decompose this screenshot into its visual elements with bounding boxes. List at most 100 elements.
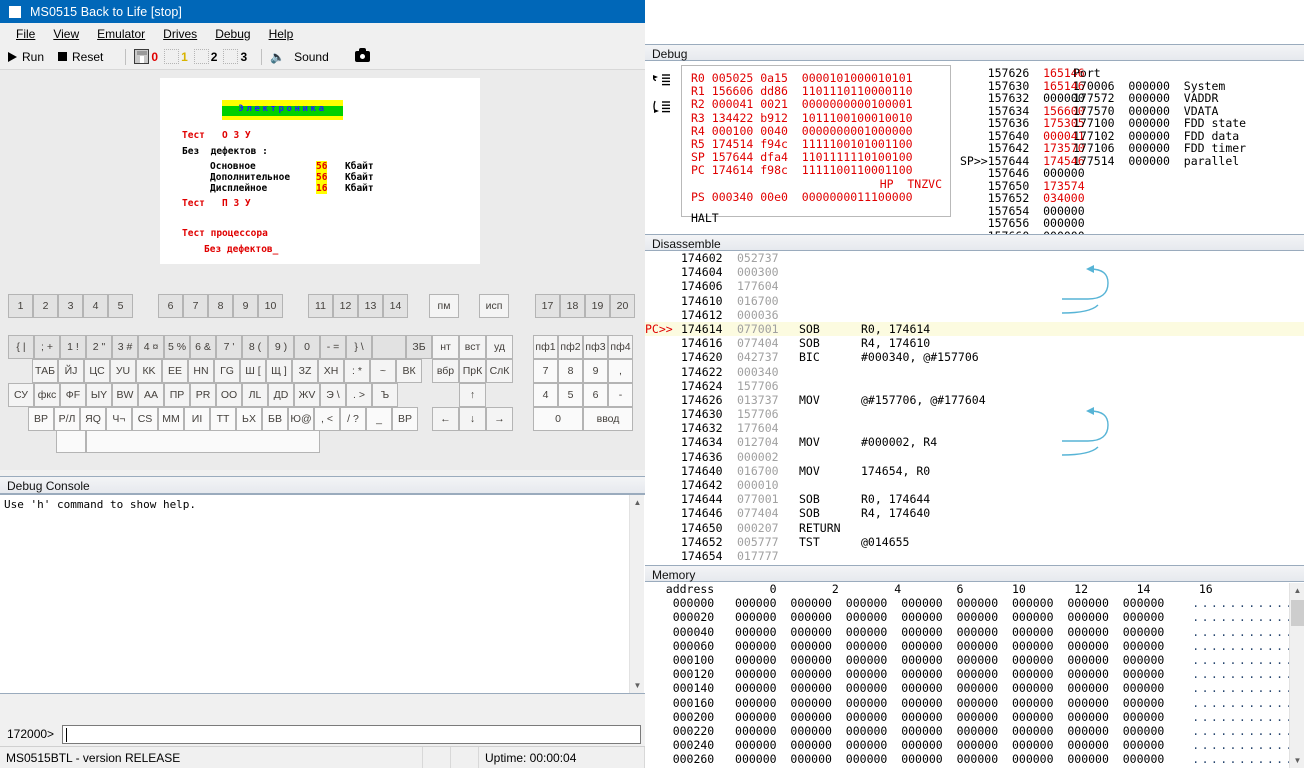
key-r4-2[interactable]: ЯQ (80, 407, 106, 431)
memory-row-000000[interactable]: 000000 000000 000000 000000 000000 00000… (645, 596, 1304, 610)
key-r2-14[interactable]: ВК (396, 359, 422, 383)
key-prk[interactable]: ПрК (459, 359, 486, 383)
disassemble-row-174614[interactable]: PC>> 174614 077001 SOB R0, 174614 (645, 321, 1304, 337)
key-r2-1[interactable]: ЙJ (58, 359, 84, 383)
memory-row-000040[interactable]: 000040 000000 000000 000000 000000 00000… (645, 625, 1304, 639)
key-r3-1[interactable]: фкс (34, 383, 60, 407)
key-np-5[interactable]: 5 (558, 383, 583, 407)
disassemble-row-174650[interactable]: 174650 000207 RETURN (645, 521, 1304, 535)
key-r2-5[interactable]: ЕE (162, 359, 188, 383)
key-r4-6[interactable]: ИI (184, 407, 210, 431)
memory-row-000260[interactable]: 000260 000000 000000 000000 000000 00000… (645, 752, 1304, 766)
key-r3-5[interactable]: АA (138, 383, 164, 407)
scroll-thumb[interactable] (1291, 600, 1304, 626)
key-arrow-down[interactable]: ↓ (459, 407, 486, 431)
key-r4-5[interactable]: МM (158, 407, 184, 431)
key-ud[interactable]: уд (486, 335, 513, 359)
memory-row-000100[interactable]: 000100 000000 000000 000000 000000 00000… (645, 653, 1304, 667)
key-f14[interactable]: 14 (383, 294, 408, 318)
key-f17[interactable]: 17 (535, 294, 560, 318)
key-r3-8[interactable]: ОO (216, 383, 242, 407)
key-r1-3[interactable]: 2 " (86, 335, 112, 359)
key-r1-15[interactable]: ЗБ (406, 335, 432, 359)
key-r2-12[interactable]: : * (344, 359, 370, 383)
disassemble-row-174620[interactable]: 174620 042737 BIC #000340, @#157706 (645, 350, 1304, 364)
disassemble-row-174630[interactable]: 174630 157706 (645, 407, 1304, 421)
key-r1-14[interactable] (372, 335, 406, 359)
disassemble-row-174604[interactable]: 174604 000300 (645, 265, 1304, 279)
key-r3-3[interactable]: ЫY (86, 383, 112, 407)
key-np-6[interactable]: 6 (583, 383, 608, 407)
disassemble-row-174656[interactable]: 174656177777unknown177777 (645, 563, 1304, 564)
reset-button[interactable]: Reset (58, 50, 103, 64)
scroll-up-icon[interactable]: ▲ (630, 495, 645, 510)
disassemble-row-174612[interactable]: 174612 000036 (645, 308, 1304, 322)
key-r3-6[interactable]: ПР (164, 383, 190, 407)
memory-row-000220[interactable]: 000220 000000 000000 000000 000000 00000… (645, 724, 1304, 738)
key-f6[interactable]: 6 (158, 294, 183, 318)
key-vbr[interactable]: вбр (432, 359, 459, 383)
scroll-down-icon[interactable]: ▼ (630, 678, 645, 693)
key-pm[interactable]: пм (429, 294, 459, 318)
key-kmp[interactable] (56, 430, 86, 453)
key-r2-10[interactable]: ЗZ (292, 359, 318, 383)
disassemble-panel-body[interactable]: 174602 052737 174604 000300 174606 177604 1746… (645, 251, 1304, 564)
key-r3-14[interactable]: Ъ (372, 383, 398, 407)
key-space[interactable] (86, 430, 320, 453)
key-r1-6[interactable]: 5 % (164, 335, 190, 359)
memory-row-000160[interactable]: 000160 000000 000000 000000 000000 00000… (645, 696, 1304, 710)
key-r4-13[interactable]: _ (366, 407, 392, 431)
key-slk[interactable]: СлК (486, 359, 513, 383)
key-f18[interactable]: 18 (560, 294, 585, 318)
key-f10[interactable]: 10 (258, 294, 283, 318)
key-f3[interactable]: 3 (58, 294, 83, 318)
key-r4-3[interactable]: Ч¬ (106, 407, 132, 431)
disassemble-row-174622[interactable]: 174622 000340 (645, 365, 1304, 379)
key-r3-9[interactable]: ЛL (242, 383, 268, 407)
command-input[interactable] (62, 724, 641, 744)
key-nt[interactable]: нт (432, 335, 459, 359)
disassemble-row-174610[interactable]: 174610 016700 (645, 294, 1304, 308)
key-pf3[interactable]: пф3 (583, 335, 608, 359)
disassemble-row-174624[interactable]: 174624 157706 (645, 379, 1304, 393)
key-np-4[interactable]: 4 (533, 383, 558, 407)
disassemble-row-174626[interactable]: 174626 013737 MOV @#157706, @#177604 (645, 393, 1304, 407)
menu-debug[interactable]: Debug (206, 25, 259, 43)
key-vst[interactable]: вст (459, 335, 486, 359)
drive-button-1[interactable]: 1 (164, 49, 188, 64)
key-r4-12[interactable]: / ? (340, 407, 366, 431)
debug-console-output[interactable]: Use 'h' command to show help. (0, 494, 645, 694)
scroll-down-icon[interactable]: ▼ (1290, 753, 1304, 768)
key-np-9[interactable]: 9 (583, 359, 608, 383)
key-r1-2[interactable]: 1 ! (60, 335, 86, 359)
key-r1-10[interactable]: 9 ) (268, 335, 294, 359)
disassemble-row-174634[interactable]: 174634 012704 MOV #000002, R4 (645, 435, 1304, 449)
key-r3-13[interactable]: . > (346, 383, 372, 407)
key-pf1[interactable]: пф1 (533, 335, 558, 359)
menu-help[interactable]: Help (260, 25, 303, 43)
key-r3-10[interactable]: ДD (268, 383, 294, 407)
key-r4-4[interactable]: CS (132, 407, 158, 431)
console-scrollbar[interactable]: ▲ ▼ (629, 495, 644, 693)
key-r3-4[interactable]: ВW (112, 383, 138, 407)
disassemble-row-174616[interactable]: 174616 077404 SOB R4, 174610 (645, 336, 1304, 350)
key-r4-10[interactable]: Ю@ (288, 407, 314, 431)
memory-row-000060[interactable]: 000060 000000 000000 000000 000000 00000… (645, 639, 1304, 653)
key-r1-5[interactable]: 4 ¤ (138, 335, 164, 359)
stack-view[interactable]: 157626 165146 157630 165146 157632 00000… (960, 67, 1085, 242)
key-r3-11[interactable]: ЖV (294, 383, 320, 407)
disassemble-row-174640[interactable]: 174640 016700 MOV 174654, R0 (645, 464, 1304, 478)
key-r3-0[interactable]: СУ (8, 383, 34, 407)
menu-drives[interactable]: Drives (154, 25, 206, 43)
run-button[interactable]: Run (8, 50, 44, 64)
drive-button-2[interactable]: 2 (193, 49, 217, 64)
key-r1-11[interactable]: 0 (294, 335, 320, 359)
key-r2-2[interactable]: ЦC (84, 359, 110, 383)
key-f11[interactable]: 11 (308, 294, 333, 318)
key-r2-8[interactable]: Ш [ (240, 359, 266, 383)
disassemble-row-174644[interactable]: 174644 077001 SOB R0, 174644 (645, 492, 1304, 506)
key-np-7[interactable]: 7 (533, 359, 558, 383)
drive-button-3[interactable]: 3 (223, 49, 247, 64)
key-r2-7[interactable]: ГG (214, 359, 240, 383)
memory-row-000020[interactable]: 000020 000000 000000 000000 000000 00000… (645, 610, 1304, 624)
